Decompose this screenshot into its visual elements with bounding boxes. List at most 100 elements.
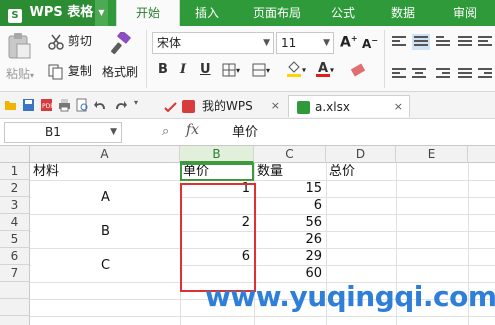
close-icon[interactable]: × xyxy=(271,95,280,117)
formula-bar: B1 ▼ ⌕ fx 单价 xyxy=(0,119,495,146)
align-bottom-icon[interactable] xyxy=(436,36,450,48)
row-header-4[interactable]: 4 xyxy=(0,214,30,231)
align-right-icon[interactable] xyxy=(436,68,450,80)
gridline xyxy=(30,316,495,317)
formula-input[interactable]: 单价 xyxy=(226,122,491,143)
watermark: www.yuqingqi.com xyxy=(205,280,495,313)
name-box[interactable]: B1 ▼ xyxy=(4,122,122,143)
export-pdf-icon[interactable]: PDF xyxy=(40,98,53,112)
app-menu-button[interactable]: S WPS 表格 ▼ xyxy=(0,0,108,26)
cell-reference: B1 xyxy=(45,125,61,139)
distributed-align-icon[interactable] xyxy=(458,68,472,80)
align-center-icon[interactable] xyxy=(412,68,426,80)
row-header-8[interactable] xyxy=(0,282,30,299)
wrap-text-icon[interactable] xyxy=(478,36,492,48)
close-icon[interactable]: × xyxy=(394,96,403,118)
format-painter-label: 格式刷 xyxy=(102,65,139,79)
separator xyxy=(384,30,385,88)
tab-a-xlsx[interactable]: a.xlsx × xyxy=(288,95,410,117)
align-left-icon[interactable] xyxy=(392,68,406,80)
cell-c2[interactable]: 15 xyxy=(254,180,326,197)
insert-function-button[interactable]: fx xyxy=(186,122,199,138)
cell-a1[interactable]: 材料 xyxy=(33,163,59,180)
fill-color-button[interactable]: ▾ xyxy=(286,60,306,78)
cell-d1[interactable]: 总价 xyxy=(329,163,355,180)
tab-my-wps[interactable]: 我的WPS × xyxy=(160,95,286,117)
chevron-down-icon[interactable]: ▼ xyxy=(110,123,117,142)
cell-a2-merged[interactable]: A xyxy=(31,181,180,214)
bookmark-icon xyxy=(164,102,177,113)
paste-button[interactable]: 粘贴▾ xyxy=(6,32,40,84)
row-header-2[interactable]: 2 xyxy=(0,180,30,197)
tab-page-layout[interactable]: 页面布局 xyxy=(240,0,314,26)
cell-a6-merged[interactable]: C xyxy=(31,249,180,282)
cut-button[interactable]: 剪切 xyxy=(48,32,92,50)
cell-c6[interactable]: 29 xyxy=(254,248,326,265)
font-name-value: 宋体 xyxy=(157,36,182,50)
svg-text:A: A xyxy=(318,61,328,76)
bold-button[interactable]: B xyxy=(158,62,168,77)
column-header-c[interactable]: C xyxy=(254,146,326,163)
row-header-1[interactable]: 1 xyxy=(0,163,30,180)
active-cell-outline xyxy=(180,163,254,181)
row-header-10[interactable] xyxy=(0,316,30,325)
copy-button[interactable]: 复制 xyxy=(48,62,92,80)
font-shrink-icon[interactable]: A− xyxy=(362,36,378,51)
select-all-corner[interactable] xyxy=(0,146,30,163)
search-icon[interactable]: ⌕ xyxy=(162,124,169,139)
font-size-select[interactable]: 11 ▼ xyxy=(276,32,334,54)
font-grow-icon[interactable]: A+ xyxy=(340,34,358,51)
eraser-icon xyxy=(350,63,366,76)
clear-format-button[interactable] xyxy=(350,62,366,77)
tab-review[interactable]: 审阅 xyxy=(442,0,488,26)
row-header-7[interactable]: 7 xyxy=(0,265,30,282)
align-top-icon[interactable] xyxy=(392,36,406,48)
align-justify-icon[interactable] xyxy=(458,36,472,48)
cell-c1[interactable]: 数量 xyxy=(257,163,283,180)
column-header-d[interactable]: D xyxy=(326,146,396,163)
tab-formulas[interactable]: 公式 xyxy=(320,0,366,26)
chevron-down-icon: ▾ xyxy=(302,65,307,75)
chevron-down-icon[interactable]: ▾ xyxy=(30,71,34,80)
column-header-a[interactable]: A xyxy=(30,146,180,163)
font-color-button[interactable]: A ▾ xyxy=(316,60,334,78)
print-icon[interactable] xyxy=(58,98,71,112)
copy-icon xyxy=(48,64,63,79)
column-header-f[interactable] xyxy=(468,146,495,163)
tab-insert[interactable]: 插入 xyxy=(182,0,232,26)
row-header-3[interactable]: 3 xyxy=(0,197,30,214)
open-folder-icon[interactable] xyxy=(4,98,17,112)
borders-button[interactable]: ▾ xyxy=(222,62,240,77)
redo-icon[interactable] xyxy=(114,98,127,112)
tab-home[interactable]: 开始 xyxy=(116,0,180,26)
indent-icon[interactable] xyxy=(478,68,492,80)
underline-button[interactable]: U xyxy=(200,62,211,77)
font-name-select[interactable]: 宋体 ▼ xyxy=(152,32,274,54)
paint-bucket-icon xyxy=(287,61,301,77)
separator xyxy=(146,30,147,88)
column-header-b[interactable]: B xyxy=(180,146,254,163)
row-header-9[interactable] xyxy=(0,299,30,316)
chevron-down-icon[interactable]: ▾ xyxy=(134,98,138,107)
chevron-down-icon: ▼ xyxy=(323,38,330,48)
print-preview-icon[interactable] xyxy=(76,98,89,112)
undo-icon[interactable] xyxy=(94,98,107,112)
align-middle-icon[interactable] xyxy=(412,34,430,50)
format-painter-button[interactable]: 格式刷 xyxy=(102,30,140,80)
clipboard-icon xyxy=(8,33,31,59)
scissors-icon xyxy=(48,34,64,50)
app-name: WPS 表格 xyxy=(29,5,94,20)
row-header-6[interactable]: 6 xyxy=(0,248,30,265)
cell-c4[interactable]: 56 xyxy=(254,214,326,231)
copy-label: 复制 xyxy=(67,64,92,78)
cell-c5[interactable]: 26 xyxy=(254,231,326,248)
row-header-5[interactable]: 5 xyxy=(0,231,30,248)
chevron-down-icon[interactable]: ▼ xyxy=(95,0,108,26)
save-icon[interactable] xyxy=(22,98,35,112)
tab-data[interactable]: 数据 xyxy=(380,0,426,26)
cell-a4-merged[interactable]: B xyxy=(31,215,180,248)
column-header-e[interactable]: E xyxy=(396,146,468,163)
italic-button[interactable]: I xyxy=(180,62,186,77)
merge-cells-button[interactable]: ▾ xyxy=(252,62,270,77)
cell-c3[interactable]: 6 xyxy=(254,197,326,214)
